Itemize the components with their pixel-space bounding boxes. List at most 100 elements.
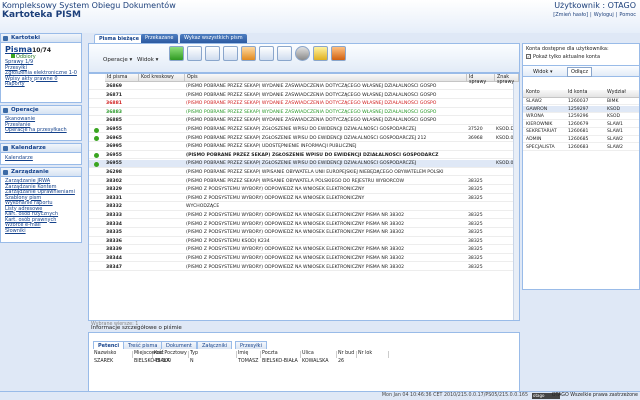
account-row[interactable]: SEKRETARIAT 1260681 SLAW1 — [523, 128, 639, 136]
account-row[interactable]: WRONA 1259296 KSOD — [523, 113, 639, 121]
col-id[interactable]: Id pisma — [105, 74, 139, 82]
widok-menu[interactable]: Widok ▾ — [137, 57, 158, 63]
cell-opis: (PISMO POBRANE PRZEZ SEKAP) WPISANIE OBY… — [186, 170, 444, 175]
accounts-widok-menu[interactable]: Widok ▾ — [533, 69, 552, 75]
account-row[interactable]: GAWRON 1259297 KSOD — [523, 105, 639, 113]
cell-opis: (PISMO Z PODSYSTEMU WYBORY) ODPOWIEDŹ NA… — [186, 256, 405, 261]
edit-icon[interactable] — [187, 46, 202, 61]
logout-link[interactable]: Wyloguj — [594, 12, 614, 18]
tab-wykaz[interactable]: Wykaz wszystkich pism — [180, 34, 247, 43]
table-row[interactable]: 38344 (PISMO Z PODSYSTEMU WYBORY) ODPOWIE… — [89, 255, 519, 263]
detail-header[interactable]: Imię — [237, 351, 261, 358]
tab-petenci[interactable]: Petenci — [93, 341, 125, 349]
operacje-header[interactable]: Operacje — [1, 106, 81, 115]
col-opis[interactable]: Opis — [185, 74, 467, 82]
pisma-link[interactable]: Pisma — [5, 45, 32, 54]
account-row[interactable]: SPECJALISTA 1260683 SLAW2 — [523, 144, 639, 151]
row-id: 36995 — [106, 144, 122, 150]
cell-ids: 38325 — [468, 264, 483, 270]
account-row[interactable]: ADMIN 1260685 SLAW2 — [523, 136, 639, 144]
tab-dokument[interactable]: Dokument — [161, 341, 197, 349]
add-icon[interactable] — [169, 46, 184, 61]
attach-icon[interactable] — [259, 46, 274, 61]
table-row[interactable]: 36955 (PISMO POBRANE PRZEZ SEKAP) ZGŁOSZE… — [89, 160, 519, 168]
odlacz-button[interactable]: Odłącz — [567, 67, 592, 77]
tab-pisma-biezace[interactable]: Pisma bieżące — [94, 34, 145, 43]
collapse-icon[interactable] — [3, 146, 8, 151]
sidebar-link[interactable]: Słowniki — [1, 228, 81, 235]
table-row[interactable]: 36298 (PISMO POBRANE PRZEZ SEKAP) WPISANI… — [89, 169, 519, 177]
account-row[interactable]: KIEROWNIK 1260679 SLAW1 — [523, 121, 639, 129]
detail-header[interactable]: Nr bud — [337, 351, 357, 358]
detail-header[interactable]: Miejscowość — [133, 351, 164, 358]
table-row[interactable]: 38334 (PISMO Z PODSYSTEMU WYBORY) ODPOWIE… — [89, 221, 519, 228]
cell-opis: (PISMO POBRANE PRZEZ SEKAP) WYDANIE ZAŚW… — [186, 84, 437, 89]
table-row[interactable]: 36883 (PISMO POBRANE PRZEZ SEKAP) WYDANIE… — [89, 109, 519, 117]
table-row[interactable]: 36871 (PISMO POBRANE PRZEZ SEKAP) WYDANIE… — [89, 92, 519, 99]
col-id-sprawy[interactable]: Id sprawy — [467, 74, 495, 85]
zarzadzanie-links: Zarządzanie JRWA Zarządzanie Kontem Zarząd… — [1, 177, 81, 234]
tab-przekazane[interactable]: Przekazane — [141, 34, 178, 43]
table-row[interactable]: 36881 (PISMO POBRANE PRZEZ SEKAP) WYDANIE… — [89, 100, 519, 108]
sidebar-link[interactable]: Kalendarze — [1, 155, 81, 162]
sidebar-link[interactable]: Operacje na przesyłkach — [1, 127, 81, 134]
table-row[interactable]: 38302 (PISMO POBRANE PRZEZ SEKAP) WPISANI… — [89, 178, 519, 185]
operacje-menu[interactable]: Operacje ▾ — [103, 57, 132, 63]
col-id-konta[interactable]: Id konta — [568, 90, 587, 95]
detail-header[interactable]: Ulica — [301, 351, 337, 358]
collapse-icon[interactable] — [3, 36, 8, 41]
col-wydzial[interactable]: Wydział — [607, 90, 626, 95]
change-password-link[interactable]: [Zmień hasło] — [553, 12, 588, 18]
table-row[interactable]: 38347 (PISMO Z PODSYSTEMU WYBORY) ODPOWIE… — [89, 264, 519, 271]
check-icon[interactable] — [295, 46, 310, 61]
account-row[interactable]: SLAW2 1260037 BIMK — [523, 98, 639, 106]
table-row[interactable]: 38339 (PISMO Z PODSYSTEMU WYBORY) ODPOWIE… — [89, 246, 519, 254]
table-row[interactable]: 36965 (PISMO POBRANE PRZEZ SEKAP) ZGŁOSZE… — [89, 135, 519, 142]
row-id: 36298 — [106, 170, 122, 175]
status-dot-icon — [94, 153, 99, 159]
col-znak[interactable]: Znak sprawy — [495, 74, 519, 85]
print-icon[interactable] — [223, 46, 238, 61]
collapse-icon[interactable] — [3, 108, 8, 113]
accounts-panel: Konta dostępne dla użytkownika: ✓ Pokaż t… — [522, 43, 640, 290]
detail-header[interactable]: Nr lok — [357, 351, 389, 358]
table-row[interactable]: 38331 (PISMO Z PODSYSTEMU WYBORY) ODPOWIE… — [89, 195, 519, 203]
table-row[interactable]: 38333 (PISMO Z PODSYSTEMU WYBORY) ODPOWIE… — [89, 212, 519, 220]
table-row[interactable]: 38332 WYCHODZĄCE — [89, 203, 519, 211]
col-kod[interactable]: Kod kreskowy — [139, 74, 185, 82]
table-row[interactable]: 36955 (PISMO POBRANE PRZEZ SEKAP) ZGŁOSZE… — [89, 126, 519, 134]
current-accounts-checkbox[interactable]: ✓ Pokaż tylko aktualne konta — [526, 54, 600, 60]
help-link[interactable]: Pomoc — [619, 12, 636, 18]
sidebar-link[interactable]: Raporty — [1, 81, 81, 88]
cell-opis: (PISMO Z PODSYSTEMU WYBORY) ODPOWIEDŹ NA… — [186, 221, 405, 227]
kalendarz-header[interactable]: Kalendarze — [1, 144, 81, 153]
table-row[interactable]: 38336 (PISMO Z PODSYSTEMU KSOD) K234 38325 — [89, 238, 519, 246]
detail-header[interactable]: Nazwisko — [93, 351, 133, 358]
account-id: 1260681 — [568, 129, 589, 135]
detail-header[interactable]: Poczta — [261, 351, 301, 358]
users-icon[interactable] — [331, 46, 346, 61]
document-icon[interactable] — [205, 46, 220, 61]
tab-przesylki[interactable]: Przesyłki — [235, 341, 267, 349]
detail-header[interactable]: Typ — [189, 351, 237, 358]
table-row[interactable]: 38335 (PISMO Z PODSYSTEMU WYBORY) ODPOWIE… — [89, 229, 519, 237]
checkbox-icon[interactable]: ✓ — [526, 54, 531, 59]
forward-icon[interactable] — [241, 46, 256, 61]
grid-scrollbar[interactable] — [513, 82, 519, 320]
detail-header[interactable]: Kod Pocztowy — [153, 351, 189, 358]
table-row[interactable]: 38329 (PISMO Z PODSYSTEMU WYBORY) ODPOWIE… — [89, 186, 519, 194]
tab-zalaczniki[interactable]: Załączniki — [197, 341, 233, 349]
kartoteki-header[interactable]: Kartoteki — [1, 34, 81, 43]
table-row[interactable]: 36869 (PISMO POBRANE PRZEZ SEKAP) WYDANIE… — [89, 83, 519, 91]
cell-opis: (PISMO POBRANE PRZEZ SEKAP) WPISANIE OBY… — [186, 178, 405, 184]
zarzadzanie-header[interactable]: Zarządzanie — [1, 168, 81, 177]
tab-tresc[interactable]: Treść pisma — [123, 341, 163, 349]
app-title: Kompleksowy System Obiegu Dokumentów — [2, 1, 176, 10]
table-row[interactable]: 36955 (PISMO POBRANE PRZEZ SEKAP) ZGŁOSZE… — [89, 152, 519, 160]
archive-icon[interactable] — [277, 46, 292, 61]
collapse-icon[interactable] — [3, 170, 8, 175]
warning-icon[interactable] — [313, 46, 328, 61]
table-row[interactable]: 36995 (PISMO POBRANE PRZEZ SEKAP) UDOSTĘP… — [89, 143, 519, 151]
table-row[interactable]: 36885 (PISMO POBRANE PRZEZ SEKAP) WYDANIE… — [89, 117, 519, 125]
col-konto[interactable]: Konto — [526, 90, 540, 95]
